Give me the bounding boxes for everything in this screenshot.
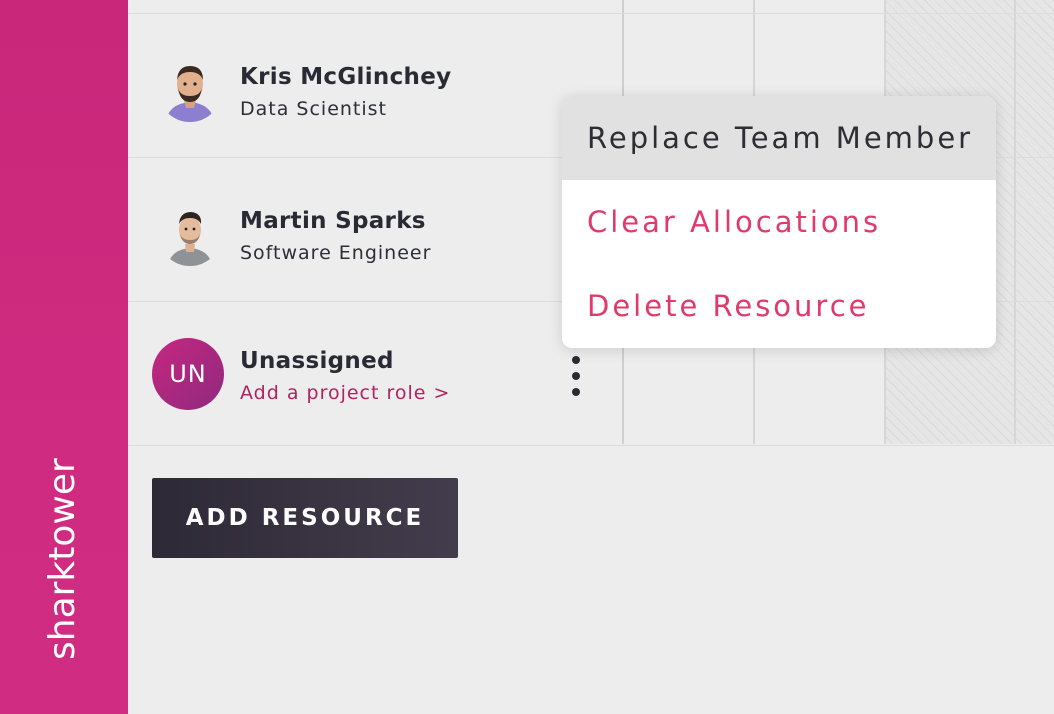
- resource-role: Software Engineer: [240, 242, 432, 264]
- context-menu: Replace Team Member Clear Allocations De…: [562, 96, 996, 348]
- table-row: [128, 0, 1054, 14]
- add-project-role-link[interactable]: Add a project role >: [240, 382, 450, 404]
- resource-name: Martin Sparks: [240, 208, 426, 234]
- dot: [572, 388, 580, 396]
- resource-name: Unassigned: [240, 348, 394, 374]
- replace-team-member-item[interactable]: Replace Team Member: [562, 96, 996, 180]
- resource-name: Kris McGlinchey: [240, 64, 452, 90]
- avatar-initials: UN: [152, 338, 224, 410]
- more-options-icon[interactable]: [568, 354, 584, 398]
- avatar: [158, 202, 222, 266]
- clear-allocations-item[interactable]: Clear Allocations: [562, 180, 996, 264]
- add-resource-button[interactable]: ADD RESOURCE: [152, 478, 458, 558]
- avatar: [158, 58, 222, 122]
- dot: [572, 372, 580, 380]
- delete-resource-item[interactable]: Delete Resource: [562, 264, 996, 348]
- sidebar: sharktower: [0, 0, 128, 714]
- resource-role: Data Scientist: [240, 98, 387, 120]
- brand-logo[interactable]: sharktower: [40, 458, 86, 660]
- dot: [572, 356, 580, 364]
